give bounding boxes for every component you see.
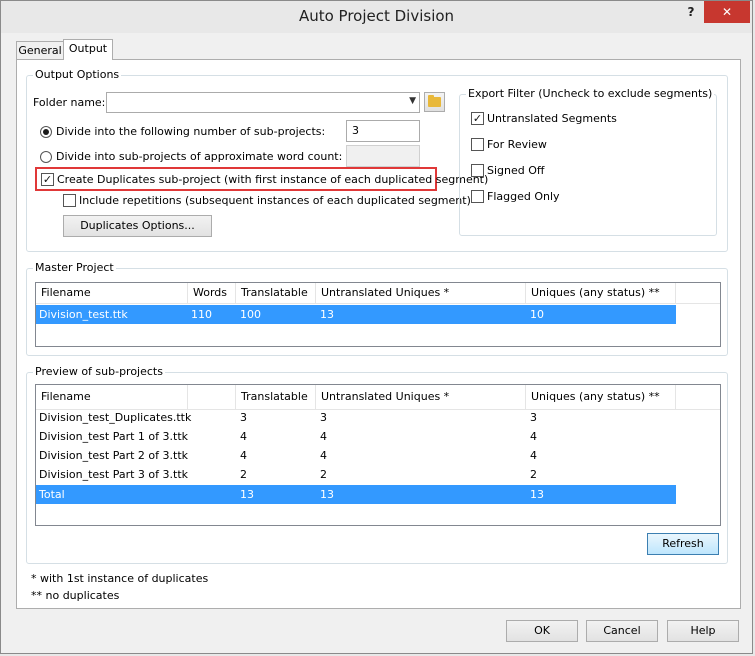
tab-general[interactable]: General (16, 41, 64, 59)
row-filename: Division_test Part 1 of 3.ttk (39, 430, 188, 443)
table-row[interactable]: Division_test Part 1 of 3.ttk 4 4 4 (36, 427, 676, 446)
radio-subprojects-label: Divide into the following number of sub-… (56, 125, 326, 138)
row-uniques: 10 (530, 308, 544, 321)
column-header-translatable[interactable]: Translatable (236, 283, 316, 303)
row-filename: Division_test Part 2 of 3.ttk (39, 449, 188, 462)
row-filename: Division_test_Duplicates.ttk (39, 411, 192, 424)
column-header-words[interactable]: Words (188, 283, 236, 303)
output-options-label: Output Options (33, 68, 122, 81)
wordcount-input[interactable] (346, 145, 420, 167)
master-project-label: Master Project (33, 261, 116, 274)
row-uniques: 13 (530, 488, 544, 501)
row-untranslated-uniques: 4 (320, 449, 327, 462)
row-filename: Division_test Part 3 of 3.ttk (39, 468, 188, 481)
note-with-first-instance: * with 1st instance of duplicates (31, 572, 209, 585)
folder-icon (428, 95, 441, 107)
radio-wordcount[interactable] (40, 151, 52, 163)
close-icon[interactable]: ✕ (704, 1, 750, 23)
row-filename: Total (39, 488, 65, 501)
row-uniques: 2 (530, 468, 537, 481)
row-words: 110 (191, 308, 212, 321)
note-no-duplicates: ** no duplicates (31, 589, 120, 602)
untranslated-segments-checkbox[interactable]: ✓ (471, 112, 484, 125)
for-review-label: For Review (487, 138, 547, 151)
column-header-untranslated-uniques[interactable]: Untranslated Uniques * (316, 283, 526, 303)
radio-wordcount-label: Divide into sub-projects of approximate … (56, 150, 343, 163)
column-header-untranslated-uniques[interactable]: Untranslated Uniques * (316, 385, 526, 409)
column-header-filename[interactable]: Filename (36, 283, 188, 303)
preview-list[interactable]: Filename Translatable Untranslated Uniqu… (35, 384, 721, 526)
for-review-checkbox[interactable] (471, 138, 484, 151)
tab-output[interactable]: Output (63, 39, 113, 60)
signed-off-checkbox[interactable] (471, 164, 484, 177)
table-row[interactable]: Division_test Part 3 of 3.ttk 2 2 2 (36, 465, 676, 484)
title-bar[interactable]: Auto Project Division ? ✕ (1, 1, 752, 33)
chevron-down-icon[interactable]: ▼ (409, 96, 416, 106)
ok-button[interactable]: OK (506, 620, 578, 642)
flagged-only-label: Flagged Only (487, 190, 560, 203)
create-duplicates-checkbox[interactable]: ✓ (41, 173, 54, 186)
preview-label: Preview of sub-projects (33, 365, 165, 378)
row-untranslated-uniques: 2 (320, 468, 327, 481)
master-project-list[interactable]: Filename Words Translatable Untranslated… (35, 282, 721, 347)
row-translatable: 100 (240, 308, 261, 321)
row-translatable: 3 (240, 411, 247, 424)
row-uniques: 3 (530, 411, 537, 424)
refresh-button[interactable]: Refresh (647, 533, 719, 555)
column-header-filename[interactable]: Filename (36, 385, 188, 409)
duplicates-options-button[interactable]: Duplicates Options... (63, 215, 212, 237)
column-header-translatable[interactable]: Translatable (236, 385, 316, 409)
row-translatable: 4 (240, 430, 247, 443)
column-header-blank[interactable] (188, 385, 236, 409)
help-button[interactable]: Help (667, 620, 739, 642)
radio-subprojects[interactable] (40, 126, 52, 138)
include-repetitions-checkbox[interactable] (63, 194, 76, 207)
window-title: Auto Project Division (298, 7, 455, 25)
help-icon[interactable]: ? (681, 5, 701, 21)
browse-folder-button[interactable] (424, 92, 445, 112)
export-filter-label: Export Filter (Uncheck to exclude segmen… (466, 87, 715, 100)
folder-name-label: Folder name: (33, 96, 106, 109)
master-list-header: Filename Words Translatable Untranslated… (36, 283, 720, 304)
row-untranslated-uniques: 13 (320, 308, 334, 321)
signed-off-label: Signed Off (487, 164, 545, 177)
preview-list-header: Filename Translatable Untranslated Uniqu… (36, 385, 720, 410)
row-untranslated-uniques: 4 (320, 430, 327, 443)
row-uniques: 4 (530, 449, 537, 462)
row-untranslated-uniques: 3 (320, 411, 327, 424)
create-duplicates-label: Create Duplicates sub-project (with firs… (57, 173, 489, 186)
row-translatable: 2 (240, 468, 247, 481)
cancel-button[interactable]: Cancel (586, 620, 658, 642)
column-header-uniques[interactable]: Uniques (any status) ** (526, 283, 676, 303)
column-header-uniques[interactable]: Uniques (any status) ** (526, 385, 676, 409)
table-row[interactable]: Division_test_Duplicates.ttk 3 3 3 (36, 408, 676, 427)
flagged-only-checkbox[interactable] (471, 190, 484, 203)
row-filename: Division_test.ttk (39, 308, 128, 321)
row-uniques: 4 (530, 430, 537, 443)
row-untranslated-uniques: 13 (320, 488, 334, 501)
row-translatable: 4 (240, 449, 247, 462)
row-translatable: 13 (240, 488, 254, 501)
table-row[interactable]: Division_test.ttk 110 100 13 10 (36, 305, 676, 324)
table-row-total[interactable]: Total 13 13 13 (36, 485, 676, 504)
dialog-window: Auto Project Division ? ✕ General Output… (0, 0, 753, 654)
subprojects-count-input[interactable]: 3 (346, 120, 420, 142)
untranslated-segments-label: Untranslated Segments (487, 112, 617, 125)
include-repetitions-label: Include repetitions (subsequent instance… (79, 194, 471, 207)
table-row[interactable]: Division_test Part 2 of 3.ttk 4 4 4 (36, 446, 676, 465)
folder-name-combo[interactable]: ▼ (106, 92, 420, 113)
